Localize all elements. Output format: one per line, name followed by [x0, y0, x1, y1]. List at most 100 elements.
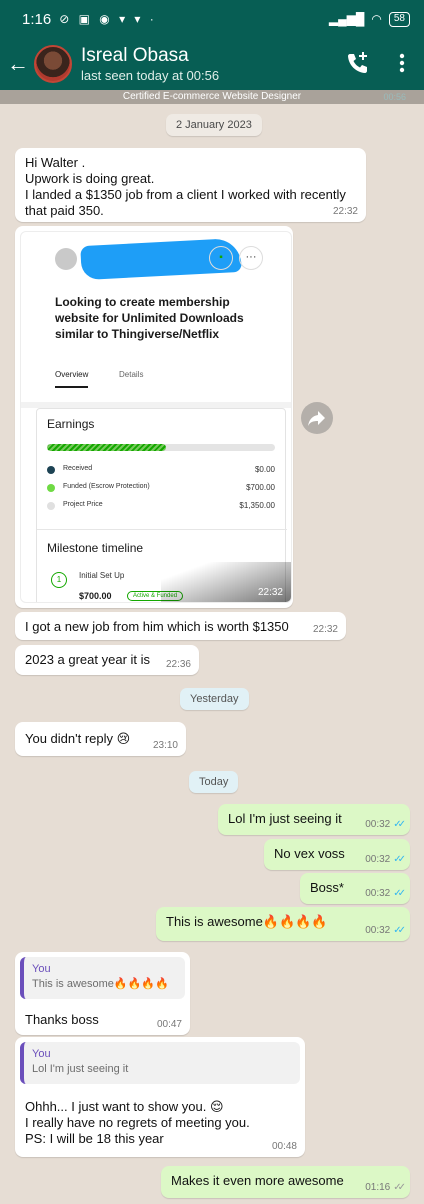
message-text: I got a new job from him which is worth …: [25, 619, 289, 634]
message-outgoing[interactable]: This is awesome🔥🔥🔥🔥 00:32 ✓✓: [156, 907, 410, 941]
row-value: $1,350.00: [239, 501, 275, 510]
more-options-icon[interactable]: [390, 50, 414, 76]
date-chip: 2 January 2023: [166, 114, 262, 136]
forward-icon: [308, 411, 325, 426]
signal-icon: ▂▄▆█: [328, 12, 365, 26]
message-outgoing[interactable]: Lol I'm just seeing it 00:32 ✓✓: [218, 804, 410, 835]
banner-faint-time: 00:56: [383, 92, 406, 102]
message-meta: 00:32 ✓✓: [365, 925, 406, 936]
ellipsis-icon: ···: [239, 246, 263, 270]
quote-text: Lol I'm just seeing it: [32, 1063, 129, 1075]
message-outgoing[interactable]: No vex voss 00:32 ✓✓: [264, 839, 410, 870]
message-incoming[interactable]: Hi Walter . Upwork is doing great. I lan…: [15, 148, 366, 222]
forward-button[interactable]: [301, 402, 333, 434]
message-meta: 00:32 ✓✓: [365, 888, 406, 899]
job-screenshot[interactable]: ▪ ··· Looking to create membership websi…: [20, 231, 292, 603]
message-incoming[interactable]: I got a new job from him which is worth …: [15, 612, 346, 640]
message-time: 00:32: [365, 888, 391, 899]
earnings-row: Project Price $1,350.00: [47, 501, 275, 511]
notification-icons: ⊘ ▣ ◉ ▾ ▾ ·: [59, 12, 157, 26]
divider: [37, 529, 287, 530]
read-ticks-icon: ✓✓: [393, 888, 406, 899]
image-message[interactable]: ▪ ··· Looking to create membership websi…: [15, 226, 293, 608]
message-text: Boss*: [310, 880, 344, 895]
earnings-heading: Earnings: [47, 417, 95, 431]
status-dot: [47, 502, 55, 510]
message-time: 00:32: [365, 925, 391, 936]
earnings-row: Funded (Escrow Protection) $700.00: [47, 483, 275, 493]
message-incoming[interactable]: 2023 a great year it is 22:36: [15, 645, 199, 675]
banner-text: Certified E-commerce Website Designer: [122, 91, 302, 102]
message-text: Thanks boss: [25, 1012, 99, 1027]
chat-header: ← Isreal Obasa last seen today at 00:56: [0, 38, 424, 90]
message-meta: 00:32 ✓✓: [365, 854, 406, 865]
date-chip: Yesterday: [180, 688, 249, 710]
message-time: 22:32: [312, 624, 338, 635]
milestone-heading: Milestone timeline: [47, 541, 144, 555]
tab-details: Details: [119, 370, 144, 379]
funding-progress-bar: [47, 444, 275, 451]
message-text: Hi Walter . Upwork is doing great. I lan…: [25, 155, 346, 218]
read-ticks-icon: ✓✓: [393, 925, 406, 936]
row-value: $700.00: [246, 483, 275, 492]
avatar[interactable]: [34, 45, 72, 83]
quoted-message[interactable]: You This is awesome🔥🔥🔥🔥: [20, 957, 185, 999]
message-text: Makes it even more awesome: [171, 1173, 344, 1188]
read-ticks-icon: ✓✓: [393, 819, 406, 830]
date-chip: Today: [189, 771, 239, 793]
status-dot: [47, 484, 55, 492]
earnings-row: Received $0.00: [47, 465, 275, 475]
row-label: Received: [63, 465, 93, 472]
chat-bubble-icon: ▪: [209, 246, 233, 270]
read-ticks-icon: ✓✓: [393, 854, 406, 865]
profile-avatar: [55, 248, 77, 270]
message-text-body: You didn't reply: [25, 731, 114, 746]
message-time: 00:47: [156, 1019, 182, 1030]
message-incoming[interactable]: You didn't reply 😢 23:10: [15, 722, 186, 756]
message-time: 22:32: [257, 587, 283, 598]
battery-icon: 58: [388, 11, 410, 27]
message-outgoing[interactable]: Boss* 00:32 ✓✓: [300, 873, 410, 904]
reply-message-incoming[interactable]: You This is awesome🔥🔥🔥🔥 Thanks boss 00:4…: [15, 952, 190, 1035]
message-time: 00:48: [271, 1141, 297, 1152]
message-meta: 00:32 ✓✓: [365, 819, 406, 830]
funding-progress-fill: [47, 444, 166, 451]
status-bar: 1:16 ⊘ ▣ ◉ ▾ ▾ · ▂▄▆█ ◠ 58: [0, 0, 424, 38]
fire-emoji: 🔥🔥🔥🔥: [262, 914, 328, 929]
job-title: Looking to create membership website for…: [55, 295, 244, 341]
message-text-body: This is awesome: [166, 914, 263, 929]
last-seen: last seen today at 00:56: [81, 67, 220, 83]
message-outgoing[interactable]: Makes it even more awesome 01:16 ✓✓: [161, 1166, 410, 1198]
message-time: 00:32: [365, 819, 391, 830]
message-text: Ohhh... I just want to show you. 😌 I rea…: [25, 1099, 250, 1146]
message-time: 22:32: [332, 206, 358, 217]
contact-name: Isreal Obasa: [81, 44, 189, 66]
message-time: 23:10: [152, 740, 178, 751]
status-dot: [47, 466, 55, 474]
quote-author: You: [32, 963, 51, 975]
quote-author: You: [32, 1048, 51, 1060]
back-arrow-icon[interactable]: ←: [2, 51, 34, 77]
message-text: You didn't reply 😢: [25, 731, 130, 747]
milestone-name: Initial Set Up: [79, 571, 125, 580]
message-text: Lol I'm just seeing it: [228, 811, 342, 826]
pinned-banner: Certified E-commerce Website Designer 00…: [0, 90, 424, 104]
contact-info[interactable]: Isreal Obasa last seen today at 00:56: [81, 45, 219, 84]
milestone-number: 1: [51, 572, 67, 588]
message-time: 00:32: [365, 854, 391, 865]
quote-text: This is awesome🔥🔥🔥🔥: [32, 978, 169, 990]
message-text: This is awesome🔥🔥🔥🔥: [166, 914, 328, 930]
message-text: 2023 a great year it is: [25, 652, 151, 667]
tab-overview: Overview: [55, 370, 89, 388]
reply-message-incoming[interactable]: You Lol I'm just seeing it Ohhh... I jus…: [15, 1037, 305, 1157]
row-value: $0.00: [254, 465, 275, 474]
wifi-icon: ◠: [371, 12, 382, 26]
message-time: 01:16: [365, 1182, 391, 1193]
milestone-amount: $700.00: [79, 591, 112, 601]
row-label: Funded (Escrow Protection): [63, 483, 150, 490]
message-meta: 01:16 ✓✓: [365, 1182, 406, 1193]
status-time: 1:16: [22, 10, 52, 28]
quoted-message[interactable]: You Lol I'm just seeing it: [20, 1042, 300, 1084]
add-call-icon[interactable]: [344, 50, 370, 76]
message-text: No vex voss: [274, 846, 345, 861]
